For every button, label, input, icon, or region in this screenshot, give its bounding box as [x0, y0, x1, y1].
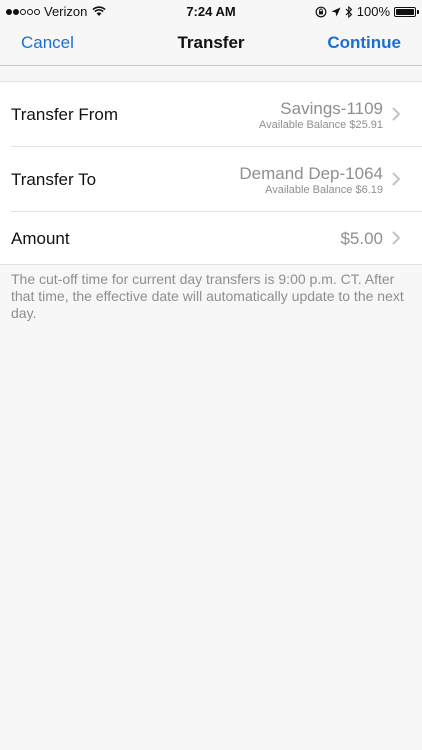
battery-percentage: 100% [356, 4, 390, 19]
amount-value: $5.00 [340, 229, 383, 248]
status-bar: Verizon 7:24 AM 100% [0, 0, 422, 22]
chevron-right-icon [392, 172, 400, 186]
transfer-to-label: Transfer To [11, 170, 97, 189]
amount-label: Amount [11, 229, 70, 248]
transfer-from-account: Savings-1109 [280, 99, 383, 118]
cutoff-time-note: The cut-off time for current day transfe… [11, 271, 404, 321]
chevron-right-icon [392, 107, 400, 121]
rotation-lock-icon [315, 6, 327, 17]
transfer-to-row[interactable]: Transfer To Demand Dep-1064 Available Ba… [0, 147, 422, 212]
navigation-bar: Cancel Transfer Continue [0, 22, 422, 66]
transfer-from-label: Transfer From [11, 105, 119, 124]
location-arrow-icon [331, 7, 341, 16]
transfer-form: Transfer From Savings-1109 Available Bal… [0, 81, 422, 265]
chevron-right-icon [392, 231, 400, 245]
transfer-to-balance: Available Balance $6.19 [265, 184, 383, 196]
transfer-from-row[interactable]: Transfer From Savings-1109 Available Bal… [0, 82, 422, 147]
transfer-from-balance: Available Balance $25.91 [259, 119, 383, 131]
status-right: 100% [315, 4, 419, 19]
transfer-to-account: Demand Dep-1064 [239, 164, 383, 183]
bluetooth-icon [345, 5, 353, 18]
battery-icon [394, 6, 419, 17]
continue-button[interactable]: Continue [327, 33, 401, 53]
amount-row[interactable]: Amount $5.00 [0, 212, 422, 264]
